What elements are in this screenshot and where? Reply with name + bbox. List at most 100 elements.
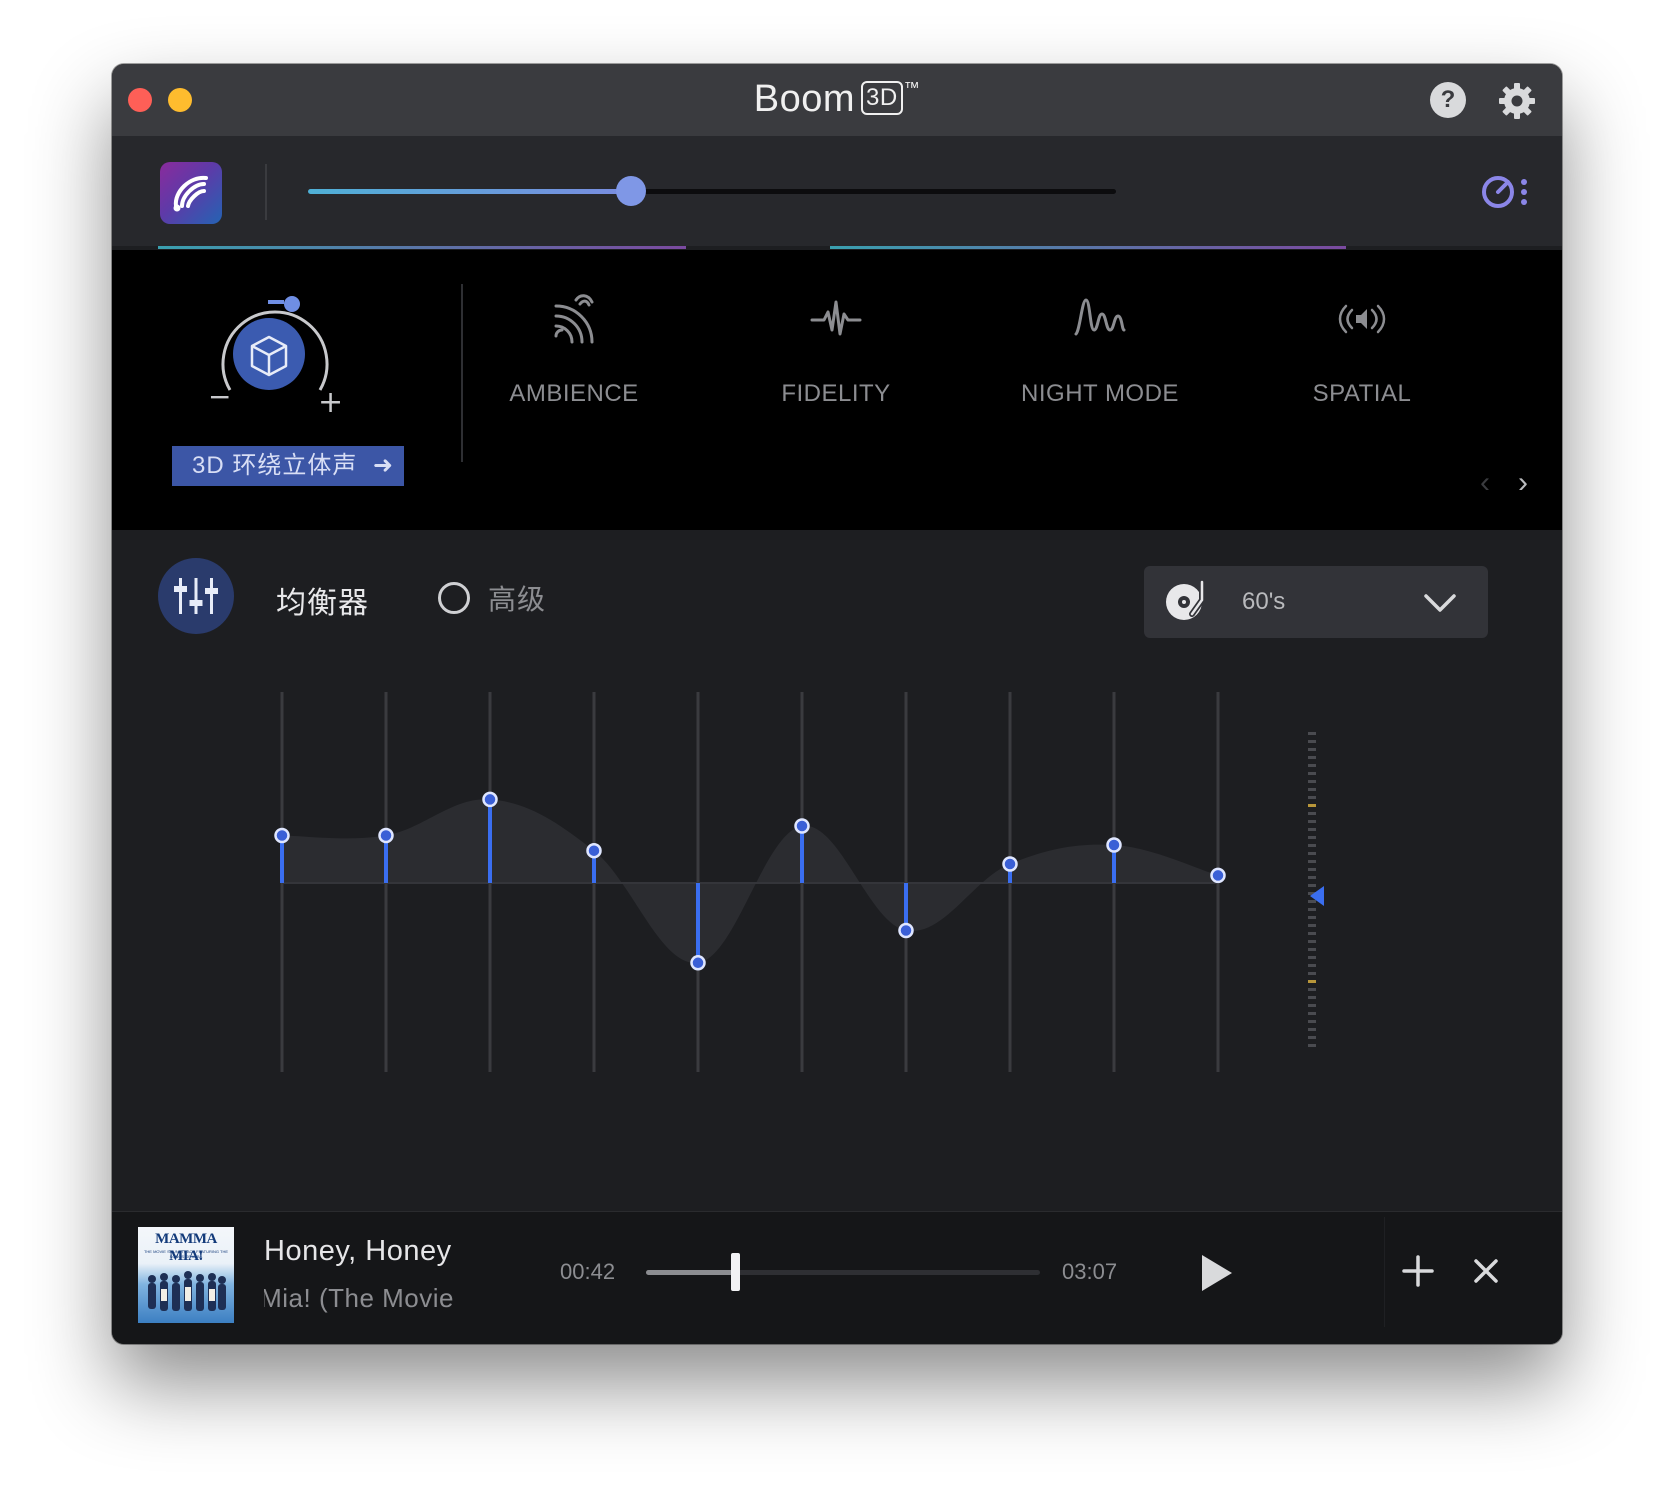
album-art-figures	[148, 1271, 226, 1311]
level-meter-tick	[1308, 884, 1316, 887]
svg-text:−: −	[208, 380, 231, 413]
volume-slider-knob[interactable]	[616, 176, 647, 206]
eq-band-knob-4[interactable]	[586, 842, 602, 859]
effect-spatial[interactable]: SPATIAL	[1252, 290, 1472, 408]
accent-line-right	[830, 246, 1346, 249]
level-meter-tick	[1308, 1004, 1316, 1007]
level-meter-tick	[1308, 916, 1316, 919]
eq-band-knob-6[interactable]	[794, 818, 810, 834]
surround-intensity-dial[interactable]: − +	[200, 278, 350, 428]
effect-fidelity-label: FIDELITY	[781, 380, 891, 407]
volume-row	[112, 136, 1562, 246]
playback-progress-slider[interactable]	[646, 1253, 1040, 1291]
eq-band-knob-7[interactable]	[898, 922, 914, 939]
effect-ambience-label: AMBIENCE	[509, 380, 639, 407]
level-meter-tick	[1308, 940, 1316, 943]
surround-mode-button[interactable]: 3D 环绕立体声 ➜	[172, 446, 404, 486]
level-meter-tick	[1308, 812, 1316, 815]
player-controls-divider	[1384, 1217, 1385, 1327]
eq-band-knob-3[interactable]	[482, 791, 498, 808]
album-art-subtitle: THE MOVIE SOUNDTRACK FEATURING THE SONGS…	[143, 1249, 229, 1259]
volume-slider-fill	[308, 189, 632, 194]
level-meter-tick	[1308, 1012, 1316, 1015]
effect-night-mode-label: NIGHT MODE	[1021, 380, 1179, 407]
effects-prev-button[interactable]: ‹	[1480, 466, 1490, 500]
help-button[interactable]: ?	[1430, 82, 1466, 118]
app-title: Boom 3D ™	[112, 78, 1562, 121]
level-meter-tick	[1308, 804, 1316, 807]
level-meter-tick	[1308, 932, 1316, 935]
add-icon[interactable]	[1398, 1251, 1438, 1291]
level-meter-tick	[1308, 828, 1316, 831]
album-art-title: MAMMA MIA!	[155, 1231, 217, 1264]
svg-text:+: +	[318, 385, 343, 420]
level-meter-tick	[1308, 748, 1316, 751]
playback-progress-knob[interactable]	[730, 1253, 740, 1291]
close-icon[interactable]	[1470, 1255, 1502, 1287]
fidelity-icon	[810, 300, 862, 336]
gear-icon[interactable]	[1496, 80, 1538, 122]
effects-next-button[interactable]: ›	[1518, 466, 1528, 500]
volume-divider	[265, 164, 267, 220]
effect-ambience[interactable]: AMBIENCE	[464, 290, 684, 408]
player-bar: MAMMA MIA! THE MOVIE SOUNDTRACK FEATURIN…	[112, 1197, 1562, 1344]
eq-band-knob-2[interactable]	[378, 827, 394, 844]
boom-logo-icon[interactable]	[160, 162, 222, 224]
level-meter-tick	[1308, 980, 1316, 983]
level-meter-tick	[1308, 852, 1316, 855]
level-meter-tick	[1308, 836, 1316, 839]
ambience-icon	[554, 294, 594, 344]
level-meter-tick	[1308, 876, 1316, 879]
eq-band-knob-5[interactable]	[690, 955, 706, 971]
title-bar: Boom 3D ™ ?	[112, 64, 1562, 136]
level-meter-tick	[1308, 1020, 1316, 1023]
level-meter-tick	[1308, 732, 1316, 735]
arrow-right-icon: ➜	[372, 452, 394, 479]
level-meter-tick	[1308, 988, 1316, 991]
level-meter-tick	[1308, 908, 1316, 911]
volume-slider[interactable]	[308, 176, 1116, 206]
level-meter-tick	[1308, 764, 1316, 767]
effect-spatial-label: SPATIAL	[1312, 380, 1412, 407]
level-meter-tick	[1308, 868, 1316, 871]
eq-band-knob-8[interactable]	[1002, 856, 1018, 872]
level-meter-tick	[1308, 1028, 1316, 1031]
night-mode-icon	[1074, 298, 1126, 336]
play-icon[interactable]	[1196, 1251, 1236, 1295]
app-title-text: Boom	[753, 78, 856, 120]
effects-divider	[461, 284, 463, 462]
level-meter-tick	[1308, 740, 1316, 743]
level-meter-tick	[1308, 1044, 1316, 1047]
playback-progress-fill	[646, 1270, 735, 1275]
surround-mode-label: 3D 环绕立体声	[192, 452, 358, 479]
level-meter-tick	[1308, 972, 1316, 975]
current-time: 00:42	[560, 1259, 616, 1284]
accent-line-left	[158, 246, 686, 249]
level-meter-tick	[1308, 1036, 1316, 1039]
level-meter-tick	[1308, 780, 1316, 783]
player-divider	[112, 1197, 1562, 1212]
level-meter-tick	[1308, 900, 1316, 903]
eq-band-knob-10[interactable]	[1210, 867, 1226, 884]
total-time: 03:07	[1062, 1259, 1118, 1284]
app-title-badge: 3D	[861, 80, 903, 115]
level-meter-tick	[1308, 772, 1316, 775]
level-meter-tick	[1308, 996, 1316, 999]
level-meter-tick	[1308, 844, 1316, 847]
eq-band-knob-1[interactable]	[274, 827, 290, 844]
effects-panel: − + 3D 环绕立体声 ➜ AMBIENCE FIDELITY NIGHT M…	[112, 250, 1562, 530]
effect-fidelity[interactable]: FIDELITY	[726, 290, 946, 408]
audio-output-icon[interactable]	[1480, 172, 1532, 212]
level-meter-tick	[1308, 956, 1316, 959]
song-subtitle: Mamma Mia! (The Movie	[264, 1283, 454, 1313]
effect-night-mode[interactable]: NIGHT MODE	[990, 290, 1210, 408]
equalizer-curve-area	[282, 799, 1218, 963]
level-meter-tick	[1308, 964, 1316, 967]
spatial-icon	[1338, 304, 1386, 334]
album-art[interactable]: MAMMA MIA! THE MOVIE SOUNDTRACK FEATURIN…	[138, 1227, 234, 1323]
level-meter-tick	[1308, 924, 1316, 927]
app-title-trademark: ™	[903, 80, 921, 97]
equalizer-panel: 均衡器 高级 60's	[112, 530, 1562, 1197]
level-meter-tick	[1308, 860, 1316, 863]
eq-band-knob-9[interactable]	[1106, 837, 1122, 853]
